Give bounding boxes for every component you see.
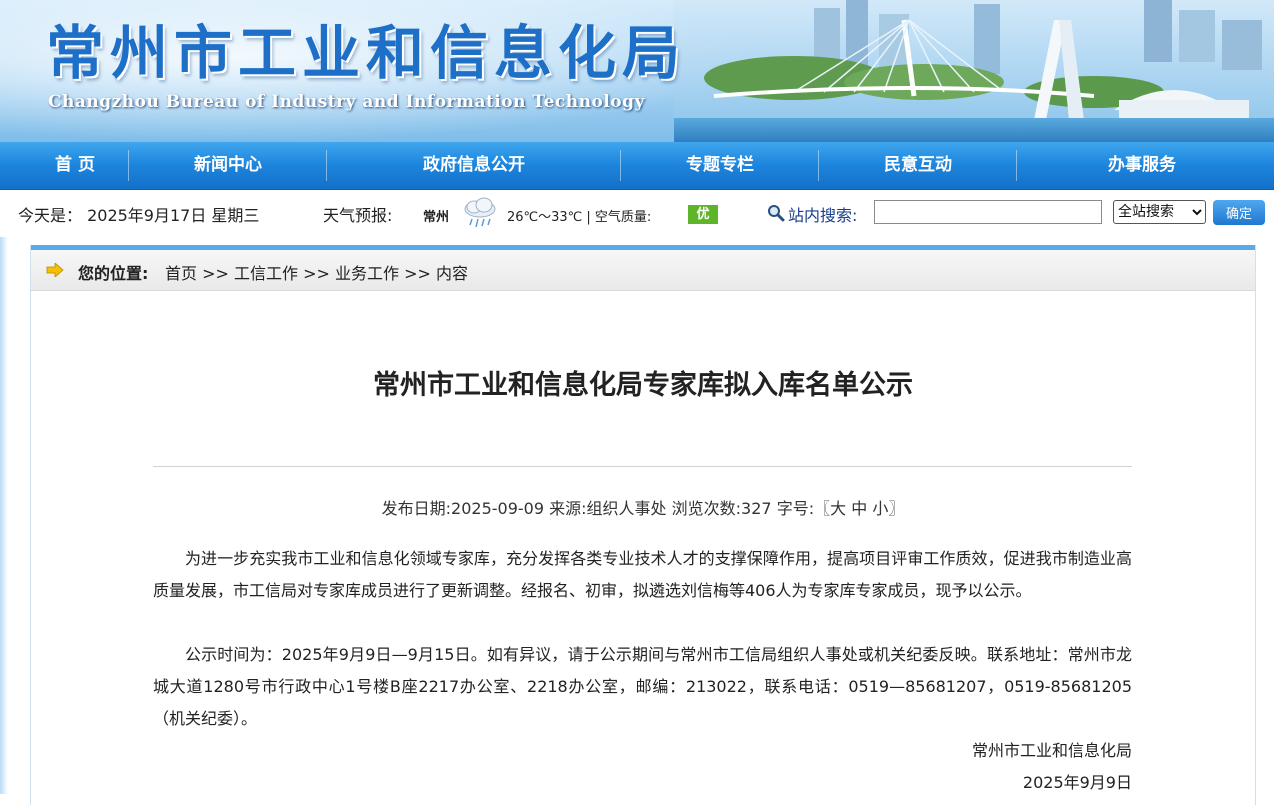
signature-date: 2025年9月9日 — [1022, 773, 1132, 792]
nav-item-services[interactable]: 办事服务 — [1018, 142, 1266, 189]
info-bar: 今天是： 2025年9月17日 星期三 天气预报: 常州 26℃～33℃ | 空… — [0, 189, 1274, 237]
breadcrumb-separator: >> — [202, 264, 229, 283]
content-panel: 您的位置: 首页 >> 工信工作 >> 业务工作 >> 内容 常州市工业和信息化… — [30, 245, 1256, 805]
breadcrumb-home[interactable]: 首页 — [165, 264, 197, 283]
font-size-bracket: 〗 — [888, 499, 905, 518]
font-size-bracket: 〖 — [814, 499, 831, 518]
air-quality-badge: 优 — [688, 205, 718, 224]
weather-city: 常州 — [423, 210, 450, 225]
site-subtitle: Changzhou Bureau of Industry and Informa… — [48, 92, 645, 112]
breadcrumb-business[interactable]: 业务工作 — [335, 264, 399, 283]
nav-divider — [128, 150, 129, 181]
article-meta: 发布日期:2025-09-09 来源:组织人事处 浏览次数:327 字号:〖大 … — [31, 495, 1255, 519]
nav-item-topics[interactable]: 专题专栏 — [622, 142, 818, 189]
breadcrumb-separator: >> — [404, 264, 431, 283]
font-size-label: 字号: — [776, 499, 815, 518]
source: 组织人事处 — [586, 499, 667, 518]
search-confirm-button[interactable]: 确定 — [1213, 200, 1265, 225]
publish-date: 2025-09-09 — [451, 499, 545, 518]
nav-divider — [818, 150, 819, 181]
nav-divider — [1016, 150, 1017, 181]
breadcrumb-current: 内容 — [436, 264, 469, 283]
temperature-range: 26℃～33℃ | 空气质量: — [507, 210, 652, 225]
search-label: 站内搜索: — [788, 206, 858, 225]
breadcrumb: 首页 >> 工信工作 >> 业务工作 >> 内容 — [165, 260, 468, 284]
article-paragraph: 公示时间为：2025年9月9日—9月15日。如有异议，请于公示期间与常州市工信局… — [153, 645, 1132, 728]
article-paragraph: 为进一步充实我市工业和信息化领域专家库，充分发挥各类专业技术人才的支撑保障作用，… — [153, 549, 1132, 600]
article-title: 常州市工业和信息化局专家库拟入库名单公示 — [373, 370, 913, 401]
view-count: 327 — [741, 499, 772, 518]
font-size-small[interactable]: 小 — [872, 499, 888, 518]
current-date: 今天是： 2025年9月17日 星期三 — [18, 206, 260, 225]
breadcrumb-work[interactable]: 工信工作 — [234, 264, 298, 283]
site-title: 常州市工业和信息化局 — [46, 19, 687, 87]
font-size-medium[interactable]: 中 — [851, 499, 867, 518]
breadcrumb-label: 您的位置: — [78, 264, 149, 283]
arrow-right-icon — [46, 263, 64, 277]
nav-divider — [620, 150, 621, 181]
breadcrumb-separator: >> — [303, 264, 330, 283]
search-scope-select[interactable]: 全站搜索 — [1113, 200, 1206, 224]
nav-divider — [326, 150, 327, 181]
publish-date-label: 发布日期: — [381, 499, 452, 518]
nav-item-news[interactable]: 新闻中心 — [130, 142, 326, 189]
weather-label: 天气预报: — [323, 206, 393, 225]
search-icon — [768, 205, 785, 222]
page-edge-decoration — [0, 237, 8, 794]
main-nav: 首 页 新闻中心 政府信息公开 专题专栏 民意互动 办事服务 — [0, 142, 1274, 190]
signature-org: 常州市工业和信息化局 — [971, 741, 1132, 760]
title-divider — [153, 466, 1132, 467]
nav-item-interaction[interactable]: 民意互动 — [820, 142, 1016, 189]
views-label: 浏览次数: — [671, 499, 742, 518]
font-size-large[interactable]: 大 — [830, 499, 846, 518]
city-skyline-image — [674, 0, 1274, 142]
source-label: 来源: — [549, 499, 587, 518]
header-banner: 常州市工业和信息化局 Changzhou Bureau of Industry … — [0, 0, 1274, 142]
breadcrumb-bar: 您的位置: 首页 >> 工信工作 >> 业务工作 >> 内容 — [31, 250, 1255, 291]
rain-cloud-icon — [464, 197, 496, 228]
nav-item-gov-info[interactable]: 政府信息公开 — [328, 142, 620, 189]
search-input[interactable] — [874, 200, 1102, 224]
